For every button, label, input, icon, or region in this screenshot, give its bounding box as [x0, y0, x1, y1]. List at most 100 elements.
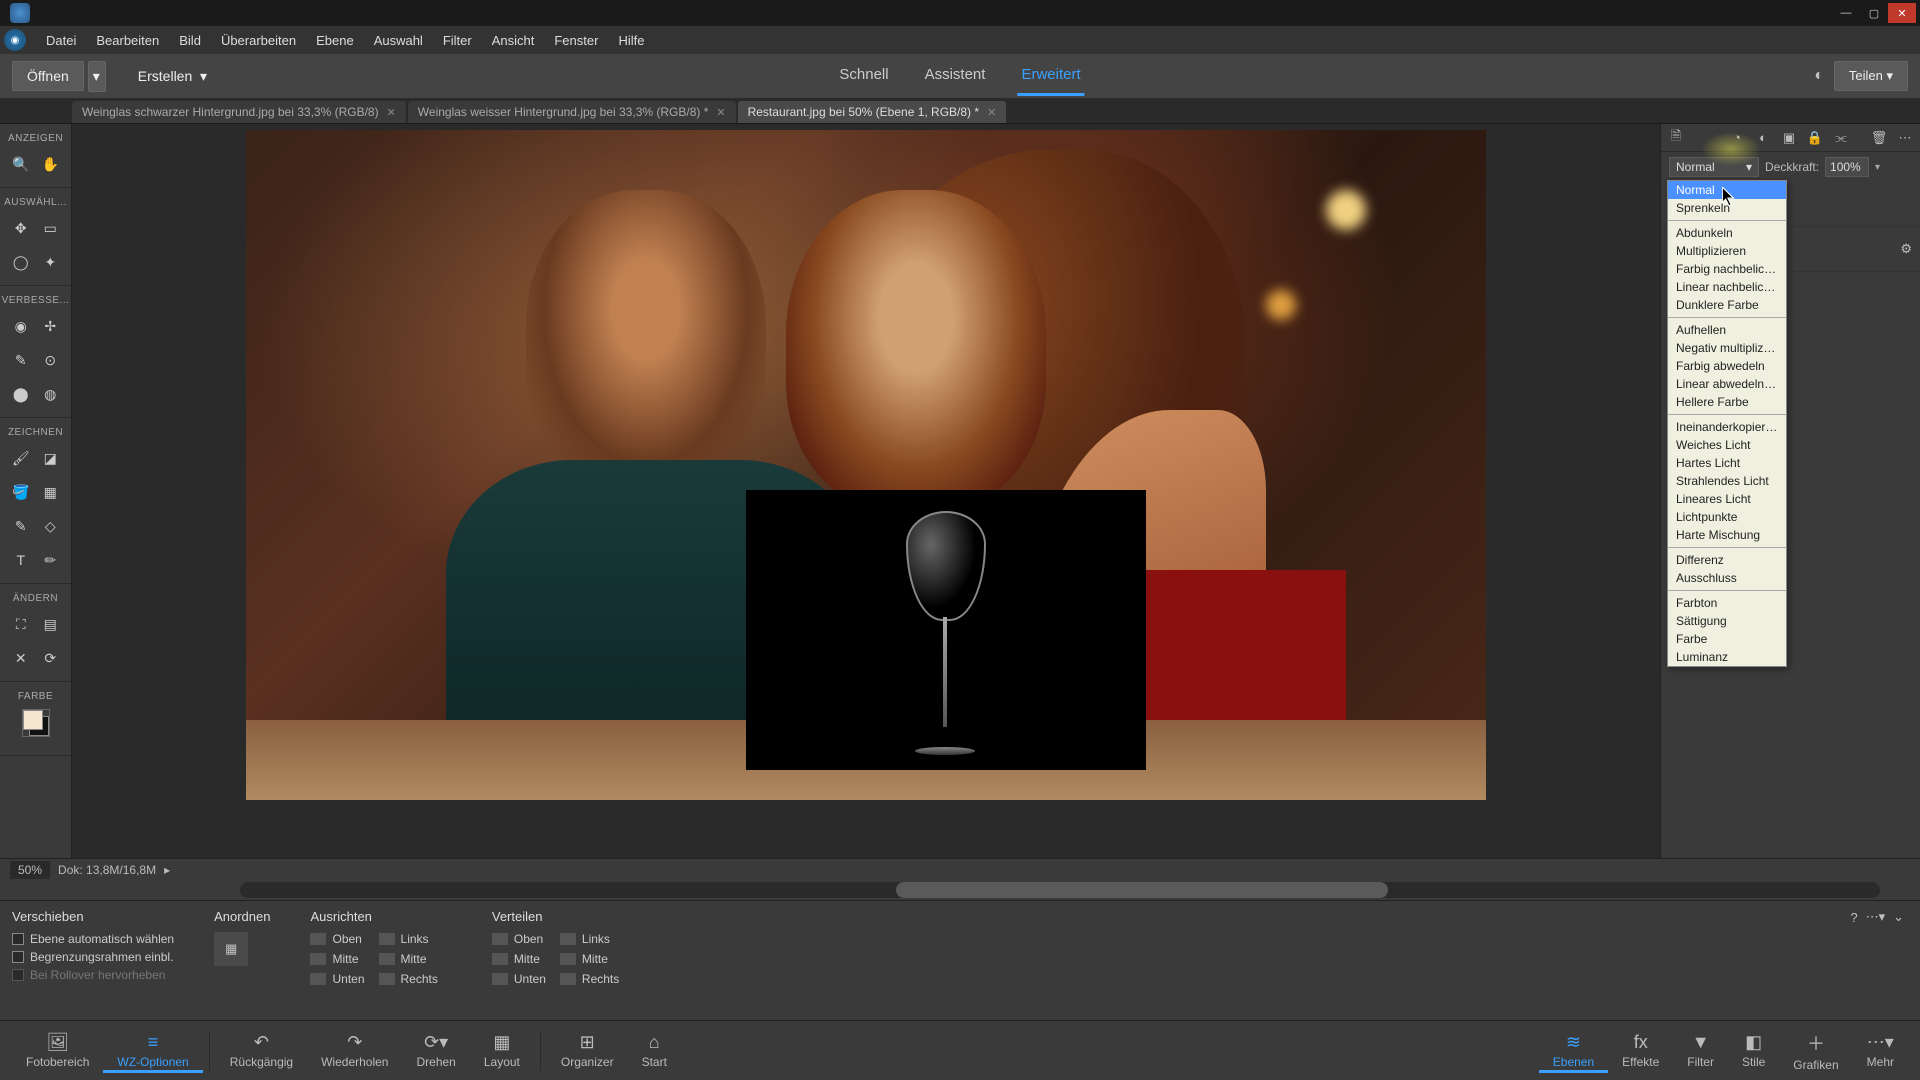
home-button[interactable]: ⌂Start: [628, 1028, 681, 1073]
align-left[interactable]: Links: [379, 932, 438, 946]
document-tab[interactable]: Weinglas weisser Hintergrund.jpg bei 33,…: [408, 101, 736, 123]
layer-group-icon[interactable]: ◔: [1728, 129, 1746, 147]
mode-quick[interactable]: Schnell: [835, 56, 892, 96]
eraser-tool[interactable]: ◪: [37, 445, 63, 471]
pencil-tool[interactable]: ✏: [37, 547, 63, 573]
move-tool[interactable]: ✥: [8, 215, 34, 241]
zoom-tool[interactable]: 🔍: [8, 151, 34, 177]
layers-button[interactable]: ≋Ebenen: [1539, 1028, 1608, 1073]
document-tab[interactable]: Restaurant.jpg bei 50% (Ebene 1, RGB/8) …: [738, 101, 1007, 123]
redeye-tool[interactable]: ◉: [8, 313, 34, 339]
layout-button[interactable]: ▦Layout: [470, 1028, 534, 1073]
blend-mode-option[interactable]: Farbe: [1668, 630, 1786, 648]
dist-left[interactable]: Links: [560, 932, 619, 946]
brush-tool[interactable]: 🖌: [8, 445, 34, 471]
blur-tool[interactable]: ⬤: [8, 381, 34, 407]
horizontal-scrollbar[interactable]: [240, 882, 1880, 898]
blend-mode-option[interactable]: Farbton: [1668, 594, 1786, 612]
new-layer-icon[interactable]: 🗎: [1667, 129, 1685, 147]
dist-top[interactable]: Oben: [492, 932, 546, 946]
menu-hilfe[interactable]: Hilfe: [608, 29, 654, 52]
gradient-tool[interactable]: ▦: [37, 479, 63, 505]
align-center[interactable]: Mitte: [379, 952, 438, 966]
menu-filter[interactable]: Filter: [433, 29, 482, 52]
menu-überarbeiten[interactable]: Überarbeiten: [211, 29, 306, 52]
menu-ansicht[interactable]: Ansicht: [482, 29, 545, 52]
create-button[interactable]: Erstellen ▾: [124, 62, 221, 91]
blend-mode-option[interactable]: Weiches Licht: [1668, 436, 1786, 454]
menu-ebene[interactable]: Ebene: [306, 29, 364, 52]
document-canvas[interactable]: [246, 130, 1486, 800]
blend-mode-option[interactable]: Harte Mischung: [1668, 526, 1786, 544]
sponge-tool[interactable]: ◍: [37, 381, 63, 407]
open-button[interactable]: Öffnen: [12, 61, 84, 91]
more-button[interactable]: ⋯▾Mehr: [1853, 1028, 1908, 1073]
blend-mode-option[interactable]: Sättigung: [1668, 612, 1786, 630]
opacity-input[interactable]: 100%: [1825, 157, 1869, 177]
auto-select-checkbox[interactable]: Ebene automatisch wählen: [12, 932, 174, 946]
blend-mode-option[interactable]: Farbig nachbelicht...: [1668, 260, 1786, 278]
filters-button[interactable]: ▼Filter: [1673, 1028, 1728, 1073]
options-menu-icon[interactable]: ⋯▾: [1866, 909, 1886, 925]
document-tab[interactable]: Weinglas schwarzer Hintergrund.jpg bei 3…: [72, 101, 406, 123]
blend-mode-option[interactable]: Lineares Licht: [1668, 490, 1786, 508]
dist-bottom[interactable]: Unten: [492, 972, 546, 986]
styles-button[interactable]: ◧Stile: [1728, 1028, 1779, 1073]
menu-datei[interactable]: Datei: [36, 29, 86, 52]
canvas-area[interactable]: [72, 124, 1660, 858]
scrollbar-thumb[interactable]: [896, 882, 1388, 898]
redo-button[interactable]: ↷Wiederholen: [307, 1028, 402, 1073]
close-tab-icon[interactable]: ✕: [716, 106, 725, 119]
blend-mode-option[interactable]: Farbig abwedeln: [1668, 357, 1786, 375]
blend-mode-option[interactable]: Linear abwedeln (...: [1668, 375, 1786, 393]
tool-options-button[interactable]: ≡WZ-Optionen: [103, 1028, 202, 1073]
effects-button[interactable]: fxEffekte: [1608, 1028, 1673, 1073]
blend-mode-option[interactable]: Normal: [1668, 181, 1786, 199]
marquee-tool[interactable]: ▭: [37, 215, 63, 241]
blend-mode-select[interactable]: Normal▾: [1669, 157, 1759, 177]
content-aware-tool[interactable]: ✕: [8, 645, 34, 671]
blend-mode-option[interactable]: Hartes Licht: [1668, 454, 1786, 472]
mask-icon[interactable]: ▣: [1780, 129, 1798, 147]
panel-menu-icon[interactable]: ⋯: [1896, 129, 1914, 147]
align-top[interactable]: Oben: [310, 932, 364, 946]
chevron-right-icon[interactable]: ▸: [164, 863, 170, 877]
color-swatches[interactable]: [22, 709, 50, 737]
blend-mode-option[interactable]: Strahlendes Licht: [1668, 472, 1786, 490]
close-window-button[interactable]: ✕: [1888, 3, 1916, 23]
fill-tool[interactable]: 🪣: [8, 479, 34, 505]
photobin-button[interactable]: 🖼Fotobereich: [12, 1028, 103, 1073]
link-layer-icon[interactable]: ⫘: [1832, 129, 1850, 147]
blend-mode-option[interactable]: Hellere Farbe: [1668, 393, 1786, 411]
share-button[interactable]: Teilen ▾: [1834, 61, 1908, 91]
blend-mode-option[interactable]: Luminanz: [1668, 648, 1786, 666]
close-tab-icon[interactable]: ✕: [387, 106, 396, 119]
trash-icon[interactable]: 🗑: [1870, 129, 1888, 147]
open-dropdown[interactable]: ▾: [88, 61, 106, 92]
align-bottom[interactable]: Unten: [310, 972, 364, 986]
align-right[interactable]: Rechts: [379, 972, 438, 986]
blend-mode-dropdown[interactable]: NormalSprenkelnAbdunkelnMultiplizierenFa…: [1667, 180, 1787, 667]
shape-tool[interactable]: ◇: [37, 513, 63, 539]
close-tab-icon[interactable]: ✕: [987, 106, 996, 119]
blend-mode-option[interactable]: Aufhellen: [1668, 321, 1786, 339]
maximize-button[interactable]: ▢: [1860, 3, 1888, 23]
rotate-button[interactable]: ⟳▾Drehen: [402, 1028, 469, 1073]
help-icon[interactable]: ?: [1850, 910, 1857, 925]
pasted-layer[interactable]: [746, 490, 1146, 770]
bbox-checkbox[interactable]: Begrenzungsrahmen einbl.: [12, 950, 174, 964]
blend-mode-option[interactable]: Sprenkeln: [1668, 199, 1786, 217]
lock-layer-icon[interactable]: 🔒: [1806, 129, 1824, 147]
mode-guided[interactable]: Assistent: [921, 56, 990, 96]
arrange-icon[interactable]: ▦: [214, 932, 248, 966]
hand-tool[interactable]: ✋: [37, 151, 63, 177]
graphics-button[interactable]: ＋Grafiken: [1779, 1026, 1852, 1076]
menu-fenster[interactable]: Fenster: [544, 29, 608, 52]
dist-center[interactable]: Mitte: [560, 952, 619, 966]
blend-mode-option[interactable]: Abdunkeln: [1668, 224, 1786, 242]
blend-mode-option[interactable]: Negativ multiplizie...: [1668, 339, 1786, 357]
spot-heal-tool[interactable]: ✢: [37, 313, 63, 339]
collapse-icon[interactable]: ⌄: [1893, 909, 1904, 925]
type-tool[interactable]: T: [8, 547, 34, 573]
blend-mode-option[interactable]: Ineinanderkopieren: [1668, 418, 1786, 436]
